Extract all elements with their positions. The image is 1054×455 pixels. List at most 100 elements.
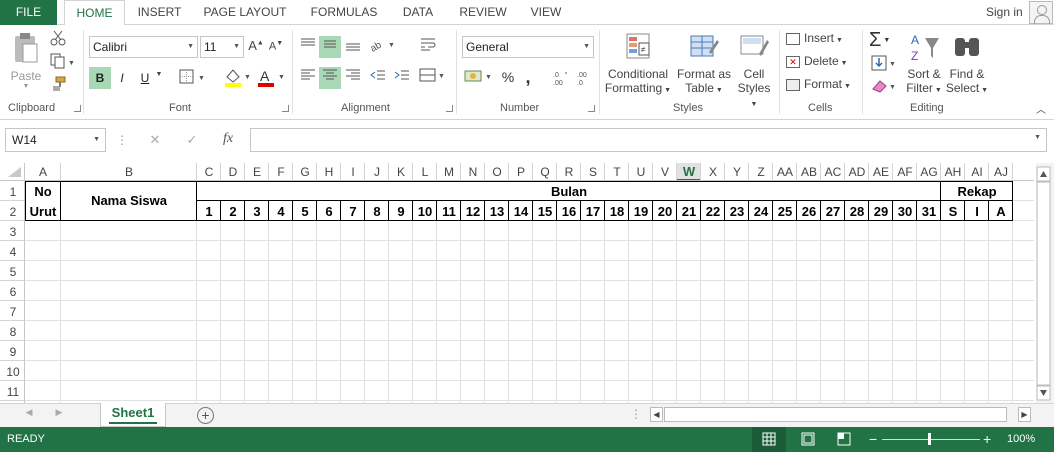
underline-button[interactable]: U bbox=[136, 67, 154, 89]
tab-review[interactable]: REVIEW bbox=[455, 0, 511, 25]
column-header-AJ[interactable]: AJ bbox=[994, 165, 1008, 179]
align-left-icon[interactable] bbox=[298, 67, 318, 89]
number-format-select[interactable]: General ▼ bbox=[462, 36, 594, 58]
tab-formulas[interactable]: FORMULAS bbox=[305, 0, 383, 25]
font-color-icon[interactable]: A ▼ bbox=[256, 67, 288, 89]
column-header-Y[interactable]: Y bbox=[733, 165, 741, 179]
row-header-10[interactable]: 10 bbox=[6, 365, 20, 379]
row-header-3[interactable]: 3 bbox=[10, 225, 17, 239]
borders-icon[interactable]: ▼ bbox=[178, 69, 208, 87]
enter-entry-icon[interactable]: ✓ bbox=[183, 132, 201, 148]
copy-icon[interactable]: ▼ bbox=[48, 53, 78, 71]
column-header-T[interactable]: T bbox=[613, 165, 621, 179]
font-name-select[interactable]: Calibri ▼ bbox=[89, 36, 198, 58]
percent-style-button[interactable]: % bbox=[500, 69, 516, 89]
orientation-icon[interactable]: ab ▼ bbox=[368, 36, 398, 58]
format-as-table-button[interactable]: Format as Table ▼ bbox=[674, 30, 734, 100]
column-header-A[interactable]: A bbox=[39, 165, 47, 179]
align-middle-icon[interactable] bbox=[319, 36, 341, 58]
row-header-6[interactable]: 6 bbox=[10, 285, 17, 299]
scroll-right-sheets-icon[interactable]: ▶ bbox=[54, 407, 64, 418]
sort-filter-button[interactable]: AZ Sort & Filter ▼ bbox=[903, 30, 945, 100]
row-header-11[interactable]: 11 bbox=[7, 385, 20, 399]
tab-view[interactable]: VIEW bbox=[525, 0, 567, 25]
merge-center-icon[interactable]: ▼ bbox=[418, 67, 448, 89]
row-header-5[interactable]: 5 bbox=[10, 265, 17, 279]
column-header-R[interactable]: R bbox=[565, 165, 574, 179]
column-header-AC[interactable]: AC bbox=[825, 165, 842, 179]
zoom-in-icon[interactable]: + bbox=[983, 431, 991, 447]
font-size-select[interactable]: 11 ▼ bbox=[200, 36, 244, 58]
avatar[interactable] bbox=[1029, 1, 1053, 24]
tab-data[interactable]: DATA bbox=[395, 0, 441, 25]
tab-insert[interactable]: INSERT bbox=[132, 0, 187, 25]
column-header-U[interactable]: U bbox=[637, 165, 646, 179]
align-top-icon[interactable] bbox=[298, 36, 318, 58]
column-header-AH[interactable]: AH bbox=[945, 165, 962, 179]
zoom-level[interactable]: 100% bbox=[1007, 433, 1035, 445]
new-sheet-icon[interactable]: + bbox=[197, 407, 214, 424]
insert-cells-button[interactable]: Insert ▼ bbox=[786, 31, 856, 49]
paste-button[interactable]: Paste ▼ bbox=[8, 30, 44, 90]
row-header-7[interactable]: 7 bbox=[10, 305, 17, 319]
column-header-L[interactable]: L bbox=[422, 165, 429, 179]
increase-decimal-icon[interactable]: .0.00 bbox=[550, 69, 570, 89]
font-launcher-icon[interactable] bbox=[282, 105, 289, 112]
find-select-button[interactable]: Find & Select ▼ bbox=[945, 30, 989, 100]
name-box[interactable]: W14 ▼ bbox=[5, 128, 106, 152]
hscroll-thumb[interactable] bbox=[664, 407, 1007, 422]
autosum-icon[interactable]: Σ ▼ bbox=[869, 29, 899, 51]
collapse-ribbon-icon[interactable]: ︿ bbox=[1034, 101, 1048, 116]
align-right-icon[interactable] bbox=[343, 67, 363, 89]
align-bottom-icon[interactable] bbox=[343, 36, 363, 58]
wrap-text-icon[interactable] bbox=[418, 36, 438, 58]
sheet-tab-sheet1[interactable]: Sheet1 bbox=[100, 403, 166, 427]
row-header-8[interactable]: 8 bbox=[10, 325, 17, 339]
column-header-AA[interactable]: AA bbox=[777, 165, 793, 179]
column-header-S[interactable]: S bbox=[589, 165, 597, 179]
cancel-entry-icon[interactable]: ✕ bbox=[146, 132, 164, 148]
column-header-V[interactable]: V bbox=[661, 165, 669, 179]
column-header-M[interactable]: M bbox=[444, 165, 454, 179]
hscroll-right-icon[interactable]: ▶ bbox=[1018, 407, 1031, 422]
column-header-H[interactable]: H bbox=[325, 165, 334, 179]
delete-cells-button[interactable]: ✕ Delete ▼ bbox=[786, 54, 856, 72]
zoom-slider-track[interactable] bbox=[882, 439, 980, 440]
decrease-decimal-icon[interactable]: .00.0 bbox=[574, 69, 594, 89]
fill-icon[interactable]: ▼ bbox=[869, 54, 899, 74]
row-header-4[interactable]: 4 bbox=[10, 245, 17, 259]
fill-color-icon[interactable]: ▼ bbox=[222, 67, 254, 89]
split-grip-icon[interactable]: ⋮ bbox=[630, 407, 642, 421]
page-layout-view-button[interactable] bbox=[794, 427, 822, 452]
column-header-C[interactable]: C bbox=[205, 165, 214, 179]
vscroll-thumb[interactable] bbox=[1036, 181, 1051, 386]
increase-indent-icon[interactable] bbox=[392, 67, 412, 89]
column-header-I[interactable]: I bbox=[351, 165, 354, 179]
italic-button[interactable]: I bbox=[113, 67, 131, 89]
decrease-font-icon[interactable]: A▼ bbox=[268, 40, 284, 58]
column-header-AI[interactable]: AI bbox=[971, 165, 982, 179]
bold-button[interactable]: B bbox=[89, 67, 111, 89]
number-launcher-icon[interactable] bbox=[588, 105, 595, 112]
column-header-D[interactable]: D bbox=[229, 165, 238, 179]
formula-input[interactable]: ▼ bbox=[250, 128, 1047, 152]
row-header-9[interactable]: 9 bbox=[10, 345, 17, 359]
column-header-O[interactable]: O bbox=[492, 165, 501, 179]
normal-view-button[interactable] bbox=[752, 427, 786, 452]
column-header-W[interactable]: W bbox=[683, 164, 696, 179]
column-header-AG[interactable]: AG bbox=[920, 165, 937, 179]
clear-icon[interactable]: ▼ bbox=[869, 77, 899, 97]
alignment-launcher-icon[interactable] bbox=[446, 105, 453, 112]
column-header-Q[interactable]: Q bbox=[540, 165, 549, 179]
sign-in-link[interactable]: Sign in bbox=[986, 5, 1023, 19]
worksheet-grid[interactable]: A B C D E F G H I J K L M N O P Q R S T U V W X Y Z AA AB AC AD AE AF AG… bbox=[0, 163, 1054, 403]
column-header-G[interactable]: G bbox=[300, 165, 309, 179]
increase-font-icon[interactable]: A▲ bbox=[248, 38, 264, 56]
comma-style-button[interactable]: , bbox=[521, 67, 535, 87]
column-header-AD[interactable]: AD bbox=[849, 165, 866, 179]
zoom-out-icon[interactable]: − bbox=[869, 431, 877, 447]
align-center-icon[interactable] bbox=[319, 67, 341, 89]
column-header-AF[interactable]: AF bbox=[897, 165, 912, 179]
underline-dropdown-icon[interactable]: ▼ bbox=[154, 71, 164, 78]
scroll-left-sheets-icon[interactable]: ◀ bbox=[24, 407, 34, 418]
